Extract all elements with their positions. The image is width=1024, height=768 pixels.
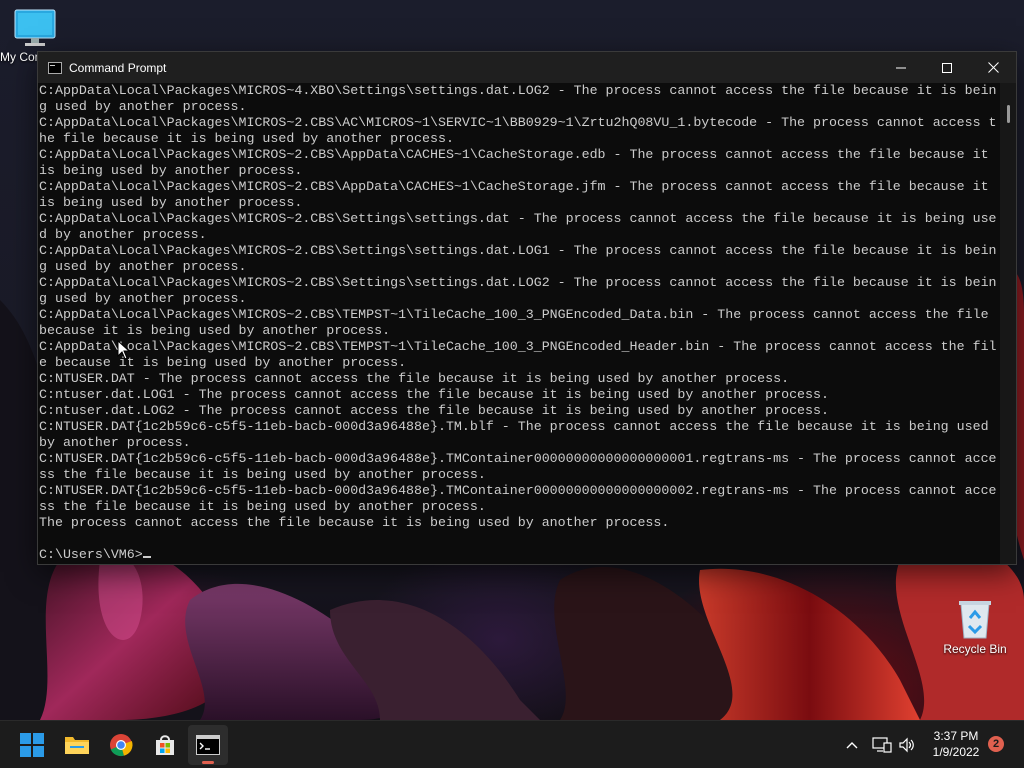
minimize-icon	[896, 67, 906, 68]
windows-logo-icon	[20, 733, 44, 757]
text-cursor	[142, 556, 151, 558]
console-line: C:AppData\Local\Packages\MICROS~2.CBS\Se…	[39, 275, 997, 290]
console-line: The process cannot access the file becau…	[39, 515, 670, 530]
console-line: C:NTUSER.DAT{1c2b59c6-c5f5-11eb-bacb-000…	[39, 483, 997, 498]
console-line: is being used by another process.	[39, 163, 303, 178]
desktop-icon-recycle-bin[interactable]: Recycle Bin	[940, 596, 1010, 656]
console-line: is being used by another process.	[39, 195, 303, 210]
console-line: g used by another process.	[39, 259, 247, 274]
console-line: by another process.	[39, 435, 191, 450]
console-line: C:AppData\Local\Packages\MICROS~2.CBS\Ap…	[39, 179, 989, 194]
window-titlebar[interactable]: Command Prompt	[38, 52, 1016, 83]
active-app-indicator	[202, 761, 214, 764]
maximize-button[interactable]	[924, 52, 970, 83]
console-output[interactable]: C:AppData\Local\Packages\MICROS~4.XBO\Se…	[38, 83, 1000, 564]
desktop-icon-label: Recycle Bin	[943, 642, 1007, 656]
console-line: C:NTUSER.DAT{1c2b59c6-c5f5-11eb-bacb-000…	[39, 451, 997, 466]
clock-date: 1/9/2022	[932, 745, 980, 759]
command-prompt-window[interactable]: Command Prompt C:AppData\Local\Packages\…	[38, 52, 1016, 564]
terminal-icon	[196, 735, 220, 755]
console-line: he file because it is being used by anot…	[39, 131, 454, 146]
console-line: ss the file because it is being used by …	[39, 467, 486, 482]
volume-control[interactable]	[898, 721, 916, 768]
console-line: because it is being used by another proc…	[39, 323, 391, 338]
console-line: C:AppData\Local\Packages\MICROS~2.CBS\TE…	[39, 339, 997, 354]
console-line: C:AppData\Local\Packages\MICROS~2.CBS\TE…	[39, 307, 989, 322]
taskbar-file-explorer[interactable]	[57, 725, 97, 765]
console-line: C:AppData\Local\Packages\MICROS~2.CBS\Ap…	[39, 147, 989, 162]
console-line: ss the file because it is being used by …	[39, 499, 486, 514]
console-line: e because it is being used by another pr…	[39, 355, 407, 370]
console-line: C:AppData\Local\Packages\MICROS~2.CBS\Se…	[39, 211, 997, 226]
clock-time: 3:37 PM	[933, 729, 979, 743]
taskbar-clock[interactable]: 3:37 PM 1/9/2022	[926, 728, 986, 760]
store-icon	[156, 735, 174, 755]
taskbar-command-prompt[interactable]	[188, 725, 228, 765]
minimize-button[interactable]	[878, 52, 924, 83]
taskbar: 3:37 PM 1/9/2022	[0, 720, 1024, 768]
start-button[interactable]	[12, 725, 52, 765]
notification-badge[interactable]: 2	[988, 736, 1004, 752]
taskbar-store[interactable]	[145, 725, 185, 765]
console-line: C:ntuser.dat.LOG2 - The process cannot a…	[39, 403, 829, 418]
console-line: d by another process.	[39, 227, 207, 242]
recycle-bin-icon	[959, 601, 991, 639]
mouse-pointer-icon	[117, 340, 131, 360]
window-title: Command Prompt	[69, 60, 167, 75]
console-line: g used by another process.	[39, 291, 247, 306]
tray-overflow-button[interactable]	[845, 721, 859, 768]
console-line: C:ntuser.dat.LOG1 - The process cannot a…	[39, 387, 829, 402]
folder-icon	[65, 737, 89, 754]
console-line: C:AppData\Local\Packages\MICROS~2.CBS\Se…	[39, 243, 997, 258]
console-line: C:AppData\Local\Packages\MICROS~2.CBS\AC…	[39, 115, 997, 130]
maximize-icon	[942, 62, 952, 73]
console-line: C:AppData\Local\Packages\MICROS~4.XBO\Se…	[39, 83, 997, 98]
network-status[interactable]	[872, 721, 892, 768]
console-prompt-line: C:\Users\VM6>	[39, 547, 1000, 563]
terminal-icon	[48, 61, 62, 74]
speaker-icon	[899, 737, 914, 752]
close-button[interactable]	[970, 52, 1016, 83]
console-prompt: C:\Users\VM6>	[39, 547, 143, 562]
console-line: g used by another process.	[39, 99, 247, 114]
chevron-up-icon	[846, 741, 858, 748]
scrollbar-thumb[interactable]	[1007, 105, 1010, 123]
close-icon	[987, 62, 999, 73]
console-line: C:NTUSER.DAT{1c2b59c6-c5f5-11eb-bacb-000…	[39, 419, 989, 434]
monitor-icon	[14, 9, 56, 46]
taskbar-chrome[interactable]	[101, 725, 141, 765]
chrome-icon	[110, 734, 133, 757]
network-icon	[872, 736, 892, 753]
console-line: C:NTUSER.DAT - The process cannot access…	[39, 371, 790, 386]
console-scrollbar[interactable]	[1000, 83, 1016, 564]
